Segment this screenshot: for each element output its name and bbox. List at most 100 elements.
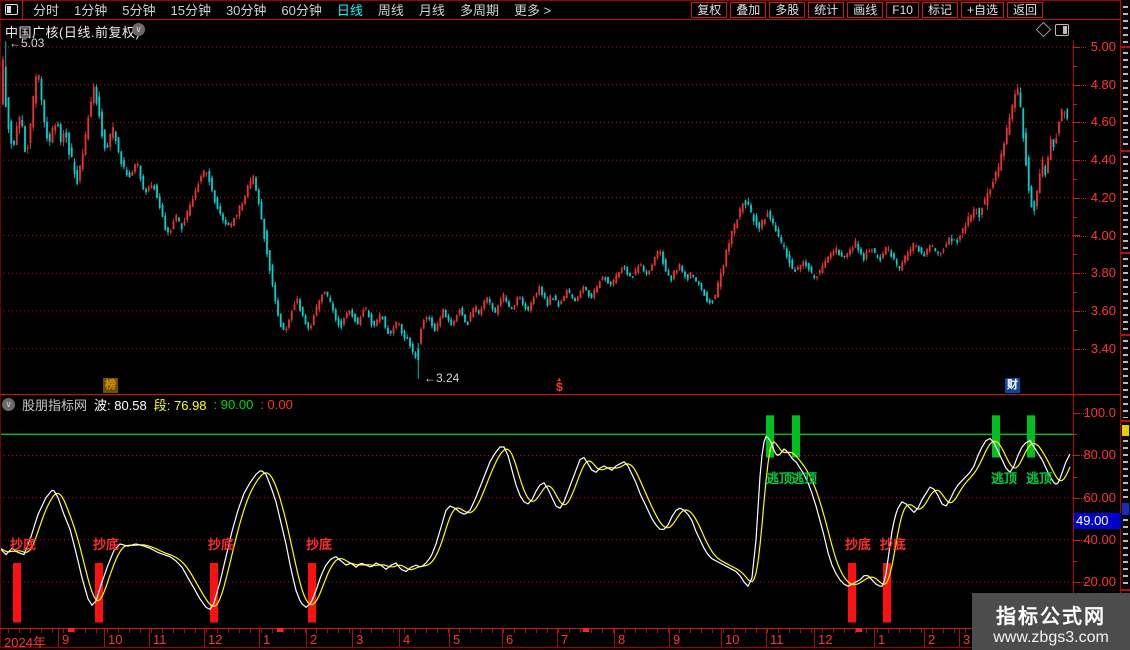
screen-edge-sliver [1121,0,1130,650]
timeline-tick [712,629,713,633]
timeline-tick [173,629,174,633]
tab-period-9[interactable]: 多周期 [460,0,499,19]
timeline-month-separator [58,629,59,647]
toolbar-button-1[interactable]: 叠加 [730,1,767,18]
timeline-tick [921,629,922,633]
sell-signal-label: 逃顶 [766,471,793,486]
timeline-month-separator [669,629,670,647]
tab-period-6[interactable]: 日线 [337,0,363,19]
timeline-tick [272,629,273,633]
timeline-tick [129,629,130,633]
tab-period-4[interactable]: 30分钟 [226,0,266,19]
indicator-header: ∨ 股朋指标网 波: 80.58 段: 76.98: 90.00: 0.00 [2,396,293,413]
timeline-tick [734,629,735,633]
timeline-month-label: 7 [561,632,569,647]
timeline-month-label: 11 [770,632,784,647]
toolbar-button-6[interactable]: 标记 [921,1,958,18]
timeline-month-separator [259,629,260,647]
timeline-tick [679,629,680,633]
diamond-icon[interactable] [1035,21,1052,38]
indicator-header-segment-3: : 90.00 [213,397,254,412]
dividend-marker[interactable]: ▲ $ [556,377,563,393]
timeline-month-label: 2 [928,632,936,647]
tab-period-3[interactable]: 15分钟 [170,0,210,19]
sell-signal-label: 逃顶 [1026,471,1053,486]
tab-period-2[interactable]: 5分钟 [122,0,155,19]
finance-badge[interactable]: 财 [1005,378,1020,393]
toolbar-button-4[interactable]: 画线 [847,1,884,18]
timeline-tick [107,629,108,633]
axis-tick [1073,455,1080,456]
toolbar-button-0[interactable]: 复权 [691,1,728,18]
toolbar-button-7[interactable]: +自选 [960,1,1004,18]
buy-signal-label: 抄底 [93,537,120,552]
axis-tick [1073,540,1080,541]
timeline-tick [283,629,284,633]
indicator-chart[interactable] [0,395,1073,628]
panel-toggle-icon[interactable] [1055,24,1069,36]
top-toolbar: 分时 1分钟 5分钟 15分钟 30分钟 60分钟 日线 周线 月线 多周期 更多 > 复权 叠加 多股… [0,0,1121,20]
main-candlestick-chart[interactable] [0,40,1073,394]
timeline-tick [74,629,75,633]
timeline-month-label: 9 [62,632,70,647]
indicator-header-segment-4: : 0.00 [260,397,293,412]
timeline-month-separator [399,629,400,647]
timeline-tick [294,629,295,633]
axis-tick [1073,413,1080,414]
high-price-marker: ←5.03 [9,36,45,50]
axis-tick [1073,179,1077,180]
timeline-tick [217,629,218,633]
axis-tick [1073,198,1080,199]
timeline-tick [316,629,317,633]
tab-period-10[interactable]: 更多 > [514,0,551,19]
watermark: 指标公式网 www.zbgs3.com [972,593,1130,650]
axis-tick [1073,254,1077,255]
timeline-tick [360,629,361,633]
timeline-tick [558,629,559,633]
timeline-month-separator [614,629,615,647]
timeline-tick [19,629,20,633]
chevron-down-icon[interactable]: ∨ [132,23,145,36]
timeline-month-separator [149,629,150,647]
toolbar-button-5[interactable]: F10 [886,1,919,18]
toolbar-button-3[interactable]: 统计 [808,1,845,18]
low-price-marker: ←3.24 [424,371,460,385]
timeline-event-mark [856,628,862,632]
buy-signal-label: 抄底 [845,537,872,552]
buy-signal-label: 抄底 [880,537,907,552]
tab-period-0[interactable]: 分时 [33,0,59,19]
axis-tick [1073,582,1080,583]
tab-period-5[interactable]: 60分钟 [281,0,321,19]
rank-badge[interactable]: 榜 [103,378,118,393]
timeline-tick [41,629,42,633]
timeline-tick [646,629,647,633]
timeline-month-label: 3 [963,632,971,647]
timeline-tick [910,629,911,633]
tab-period-7[interactable]: 周线 [378,0,404,19]
timeline-tick [613,629,614,633]
toolbar-button-2[interactable]: 多股 [769,1,806,18]
timeline-month-label: 10 [108,632,123,647]
timeline-tick [327,629,328,633]
timeline-month-label: 12 [208,632,223,647]
timeline-tick [448,629,449,633]
axis-tick [1073,330,1077,331]
tab-period-1[interactable]: 1分钟 [74,0,107,19]
chevron-down-icon[interactable]: ∨ [2,398,15,411]
timeline-month-separator [924,629,925,647]
timeline-month-separator [104,629,105,647]
timeline-month-separator [306,629,307,647]
toolbar-button-8[interactable]: 返回 [1006,1,1043,18]
axis-tick [1073,122,1080,123]
timeline-event-mark [277,628,283,632]
timeline-tick [426,629,427,633]
timeline-month-label: 11 [153,632,167,647]
axis-tick [1073,273,1080,274]
timeline-month-separator [721,629,722,647]
panel-layout-icon[interactable] [0,0,23,19]
timeline-tick [822,629,823,633]
timeline-tick [866,629,867,633]
axis-tick [1073,349,1080,350]
timeline-month-separator [449,629,450,647]
tab-period-8[interactable]: 月线 [419,0,445,19]
